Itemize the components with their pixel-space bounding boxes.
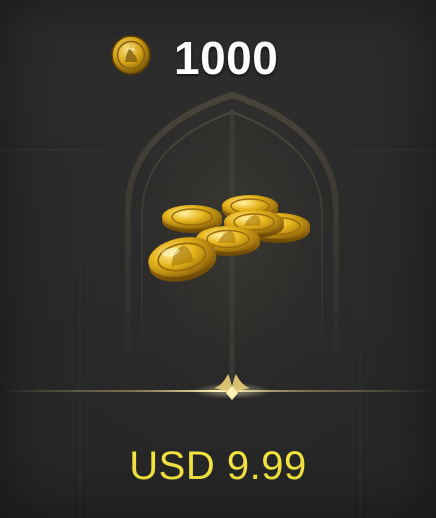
- currency-amount-row: 1000: [0, 28, 436, 88]
- gold-coin-pile-icon: [148, 195, 310, 282]
- shop-offer-card[interactable]: 1000 USD 9.99: [0, 0, 436, 518]
- price-label: USD 9.99: [129, 444, 307, 488]
- currency-amount: 1000: [174, 32, 279, 84]
- gold-coin-icon: [111, 35, 151, 75]
- glow-divider: [0, 374, 436, 400]
